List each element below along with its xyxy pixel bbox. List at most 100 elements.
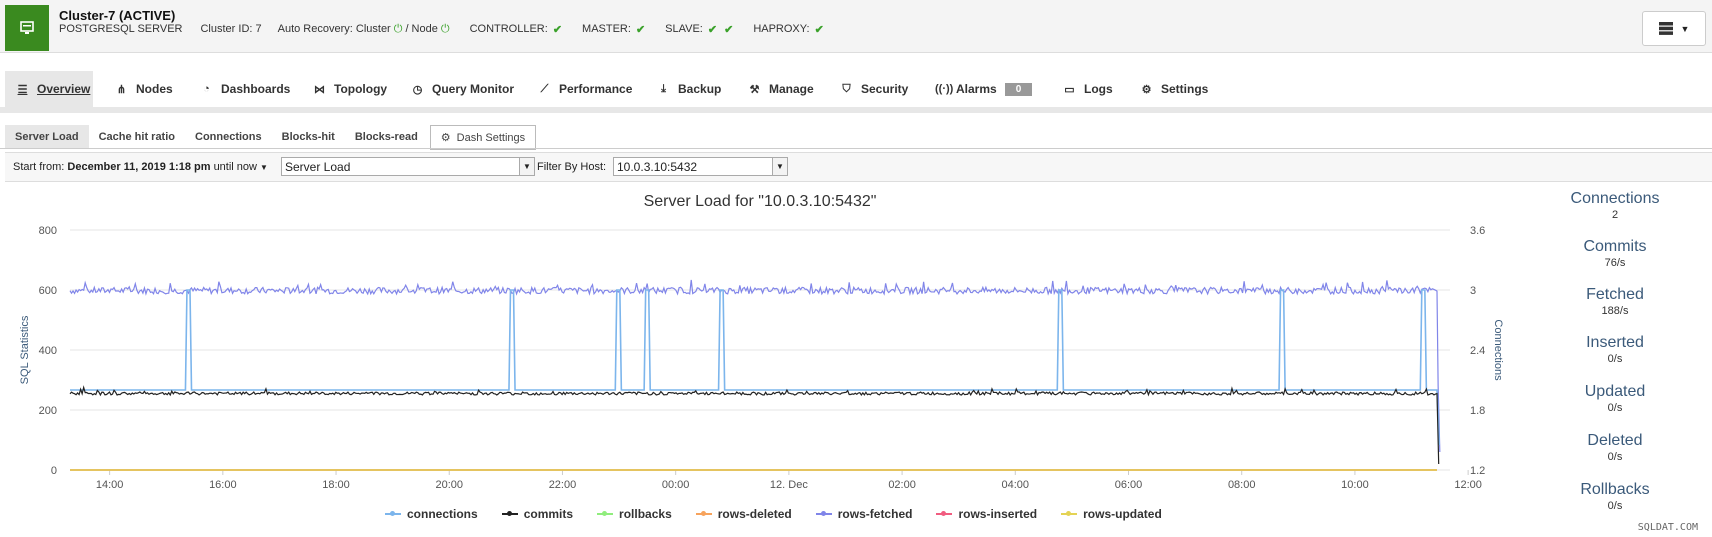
stat-rollbacks: Rollbacks 0/s	[1580, 481, 1650, 512]
dashboard-select[interactable]: Server Load ▼	[281, 157, 535, 176]
legend-rollbacks[interactable]: rollbacks	[597, 507, 672, 521]
backup-icon: ⤓	[661, 82, 666, 95]
tab-settings[interactable]: ⚙ Settings	[1140, 71, 1209, 107]
until-dropdown[interactable]: until now	[214, 161, 257, 173]
controller-label: CONTROLLER:	[469, 23, 548, 35]
x-tick-label: 02:00	[888, 479, 916, 491]
wrench-icon: ⚒	[749, 83, 760, 96]
tab-overview[interactable]: ☰ Overview	[5, 71, 93, 107]
y-tick-label: 200	[39, 405, 57, 417]
legend-rows-updated[interactable]: rows-updated	[1061, 507, 1162, 521]
server-type: POSTGRESQL SERVER	[59, 23, 183, 35]
auto-recovery-label: Auto Recovery: Cluster	[277, 23, 391, 35]
x-tick-label: 22:00	[549, 479, 577, 491]
x-tick-label: 16:00	[209, 479, 237, 491]
x-tick-label: 18:00	[322, 479, 350, 491]
shield-icon: ⛉	[842, 82, 851, 95]
subtab-blocks-read[interactable]: Blocks-read	[345, 125, 428, 148]
host-select[interactable]: 10.0.3.10:5432 ▼	[613, 157, 788, 176]
stat-fetched: Fetched 188/s	[1586, 286, 1644, 317]
chart-title: Server Load for "10.0.3.10:5432"	[643, 193, 877, 210]
chevron-down-icon: ▼	[519, 158, 534, 175]
series-connections	[70, 289, 1441, 446]
y-tick-label: 800	[39, 225, 57, 237]
stat-deleted: Deleted 0/s	[1587, 432, 1643, 463]
x-tick-label: 00:00	[662, 479, 690, 491]
x-tick-label: 20:00	[435, 479, 463, 491]
tab-security[interactable]: ⛉ Security	[840, 71, 908, 107]
host-filter-label: Filter By Host:	[537, 161, 607, 173]
start-date-link[interactable]: December 11, 2019 1:18 pm	[67, 161, 210, 173]
y2-tick-label: 1.8	[1470, 405, 1485, 417]
y-tick-label: 600	[39, 285, 57, 297]
tab-performance[interactable]: ⟋ Performance	[538, 71, 633, 107]
x-tick-label: 14:00	[96, 479, 124, 491]
x-tick-label: 12. Dec	[770, 479, 808, 491]
tab-alarms[interactable]: ((·)) Alarms 0	[935, 71, 1033, 107]
legend-rows-fetched[interactable]: rows-fetched	[815, 507, 912, 521]
watermark: SQLDAT.COM	[1637, 522, 1698, 533]
server-menu-button[interactable]: ▼	[1642, 11, 1706, 46]
tab-topology[interactable]: ⋈ Topology	[313, 71, 387, 107]
check-icon: ✔	[635, 24, 646, 36]
dash-settings-button[interactable]: ⚙ Dash Settings	[429, 125, 537, 150]
server-load-chart: 0 200 400 600 800 1.2 1.8 2.4 3 3.6 14:00 16:00 18:0…	[19, 225, 1504, 491]
stat-connections: Connections 2	[1570, 190, 1660, 221]
server-icon[interactable]	[5, 5, 49, 51]
tab-nodes[interactable]: ⋔ Nodes	[115, 71, 173, 107]
subtab-connections[interactable]: Connections	[185, 125, 272, 148]
alarm-icon: ((·))	[935, 83, 954, 95]
cluster-title: Cluster-7 (ACTIVE)	[59, 8, 176, 23]
chart-legend: connections commits rollbacks rows-delet…	[385, 507, 1162, 521]
server-stack-icon	[1658, 22, 1673, 35]
subtab-divider	[0, 148, 1712, 149]
series-commits	[69, 385, 1440, 465]
tab-query-monitor[interactable]: ◷ Query Monitor	[411, 71, 514, 107]
cluster-status-row: POSTGRESQL SERVER Cluster ID: 7 Auto Rec…	[59, 23, 824, 36]
query-monitor-icon: ◷	[412, 83, 423, 96]
y2-tick-label: 1.2	[1470, 465, 1485, 477]
legend-commits[interactable]: commits	[501, 507, 573, 521]
legend-rows-inserted[interactable]: rows-inserted	[936, 507, 1037, 521]
subtab-cache-hit-ratio[interactable]: Cache hit ratio	[89, 125, 185, 148]
stat-commits: Commits 76/s	[1583, 238, 1647, 269]
check-icon: ✔	[724, 24, 734, 36]
power-icon: ⏻	[440, 23, 450, 35]
chevron-down-icon: ▼	[772, 158, 787, 175]
subtab-server-load[interactable]: Server Load	[5, 125, 89, 148]
tab-manage[interactable]: ⚒ Manage	[748, 71, 814, 107]
y2-tick-label: 2.4	[1470, 345, 1485, 357]
y2-tick-label: 3.6	[1470, 225, 1485, 237]
series-rows-fetched	[69, 279, 1441, 453]
filter-bar: Start from: December 11, 2019 1:18 pm un…	[5, 152, 1712, 182]
y-tick-label: 400	[39, 345, 57, 357]
performance-icon: ⟋	[540, 82, 549, 95]
haproxy-label: HAPROXY:	[753, 23, 810, 35]
master-label: MASTER:	[582, 23, 631, 35]
x-tick-label: 04:00	[1002, 479, 1030, 491]
power-icon: ⏻	[393, 23, 403, 35]
y-tick-label: 0	[51, 465, 57, 477]
list-icon: ☰	[17, 83, 28, 96]
main-tabs: ☰ Overview ⋔ Nodes ◔ Dashboards ⋈ Topology ◷…	[0, 71, 1712, 113]
stat-updated: Updated 0/s	[1584, 383, 1646, 414]
caret-down-icon: ▼	[1680, 23, 1690, 34]
x-tick-label: 08:00	[1228, 479, 1256, 491]
auto-recovery-node: / Node	[405, 23, 438, 35]
check-icon: ✔	[552, 24, 563, 36]
y2-axis-label: Connections	[1492, 319, 1504, 381]
legend-connections[interactable]: connections	[385, 507, 478, 521]
check-icon: ✔	[707, 24, 718, 36]
nodes-icon: ⋔	[116, 83, 127, 96]
tab-logs[interactable]: ▭ Logs	[1063, 71, 1112, 107]
slave-label: SLAVE:	[665, 23, 703, 35]
legend-rows-deleted[interactable]: rows-deleted	[695, 507, 792, 521]
tab-backup[interactable]: ⤓ Backup	[657, 71, 721, 107]
dashboard-icon: ◔	[203, 83, 210, 95]
cluster-id: Cluster ID: 7	[200, 23, 262, 35]
dashboard-subtabs: Server Load Cache hit ratio Connections …	[5, 125, 537, 150]
alarms-count-badge: 0	[1004, 82, 1033, 96]
x-tick-label: 06:00	[1115, 479, 1143, 491]
subtab-blocks-hit[interactable]: Blocks-hit	[272, 125, 345, 148]
tab-dashboards[interactable]: ◔ Dashboards	[200, 71, 290, 107]
